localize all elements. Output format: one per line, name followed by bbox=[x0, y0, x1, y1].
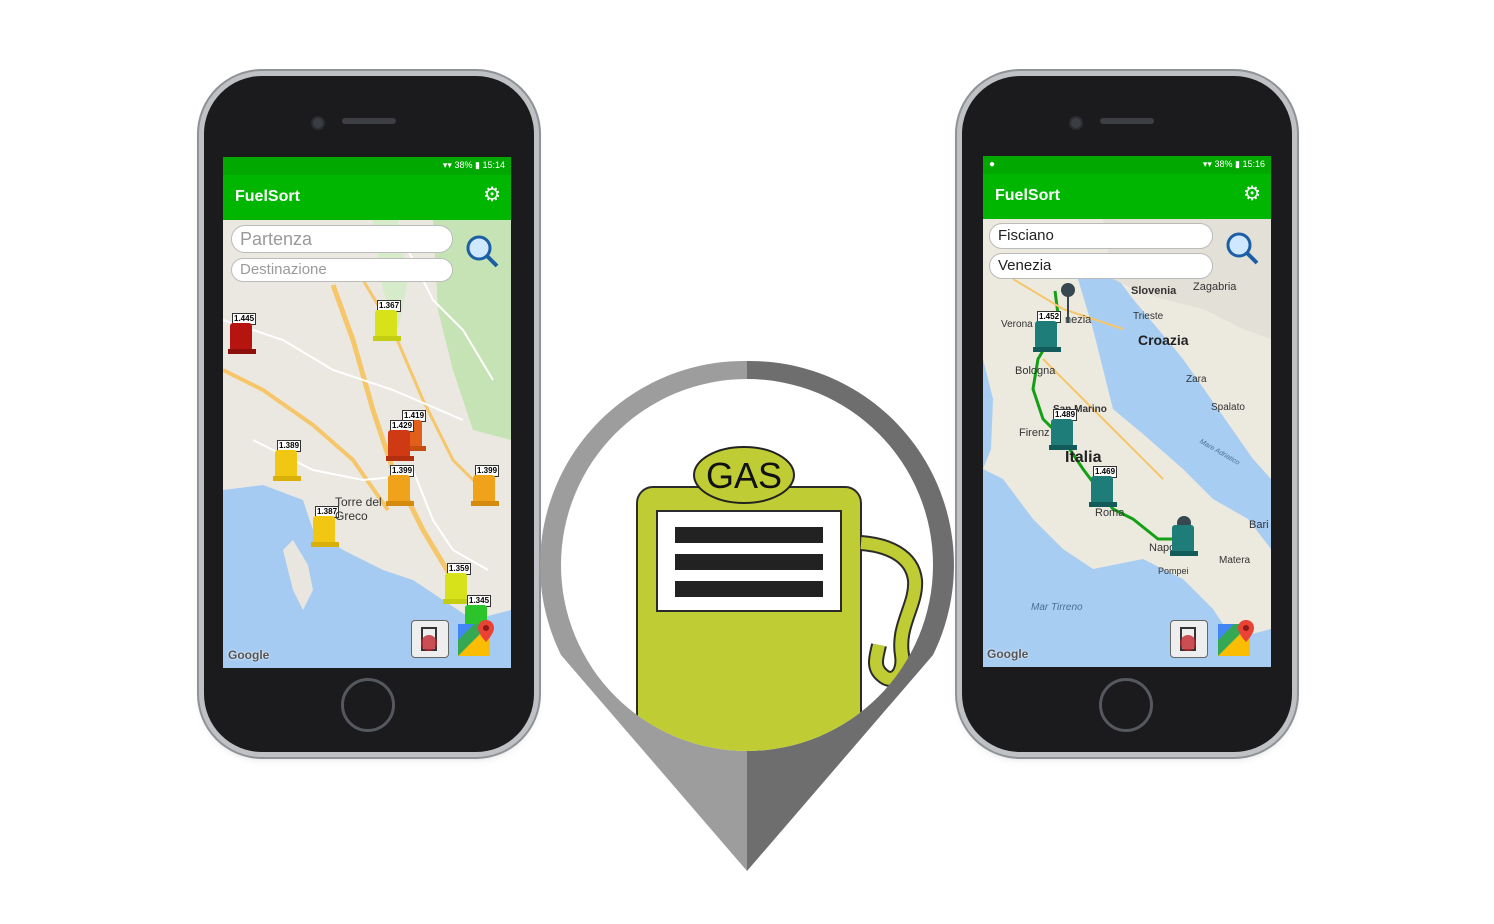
fuel-station-pin[interactable]: 1.367 bbox=[373, 300, 403, 344]
start-input[interactable]: Fisciano bbox=[989, 223, 1213, 249]
right-screen: ● ▾▾ 38% ▮ 15:16 FuelSort ⚙ Fisciano Ven bbox=[983, 156, 1271, 667]
fuelsort-logo: GAS bbox=[540, 360, 954, 871]
map-label-pompei: Pompei bbox=[1158, 566, 1189, 576]
fuel-station-pin[interactable]: 1.429 bbox=[386, 420, 416, 464]
left-phone: ▾▾ 38% ▮ 15:14 FuelSort ⚙ Partenza Desti… bbox=[204, 76, 534, 752]
google-logo: Google bbox=[228, 648, 270, 662]
home-button bbox=[341, 678, 395, 732]
android-icon: ● bbox=[989, 159, 996, 170]
map-label-slovenia: Slovenia bbox=[1131, 285, 1177, 297]
google-maps-icon bbox=[1218, 620, 1254, 656]
search-icon[interactable] bbox=[465, 234, 499, 268]
wifi-icon: ▾▾ bbox=[1202, 159, 1212, 169]
app-title: FuelSort bbox=[235, 188, 300, 205]
fuel-filter-button[interactable] bbox=[1170, 620, 1208, 658]
place-label: Torre del Greco bbox=[335, 495, 382, 523]
settings-gear-icon[interactable]: ⚙ bbox=[1243, 184, 1261, 204]
status-bar: ● ▾▾ 38% ▮ 15:16 bbox=[983, 156, 1271, 174]
fuel-pump-icon bbox=[1180, 627, 1196, 651]
route-start-marker[interactable] bbox=[1061, 283, 1075, 323]
battery-icon: ▮ bbox=[1235, 159, 1240, 169]
battery-level: 38% bbox=[454, 160, 473, 170]
map-label-trieste: Trieste bbox=[1133, 311, 1164, 322]
google-maps-icon bbox=[458, 620, 494, 656]
map-view[interactable]: Fisciano Venezia Slovenia Zagabria Veron… bbox=[983, 219, 1271, 667]
fuel-station-pin[interactable] bbox=[1170, 515, 1200, 559]
right-phone: ● ▾▾ 38% ▮ 15:16 FuelSort ⚙ Fisciano Ven bbox=[962, 76, 1292, 752]
fuel-station-pin[interactable]: 1.489 bbox=[1049, 409, 1079, 453]
map-label-zagabria: Zagabria bbox=[1193, 281, 1237, 293]
battery-level: 38% bbox=[1214, 159, 1233, 169]
map-label-tirreno: Mar Tirreno bbox=[1031, 602, 1083, 613]
fuel-station-pin[interactable]: 1.399 bbox=[471, 465, 501, 509]
home-button bbox=[1099, 678, 1153, 732]
map-label-matera: Matera bbox=[1219, 555, 1251, 566]
map-label-verona: Verona bbox=[1001, 319, 1033, 330]
left-screen: ▾▾ 38% ▮ 15:14 FuelSort ⚙ Partenza Desti… bbox=[223, 157, 511, 668]
map-label-bari: Bari bbox=[1249, 519, 1269, 531]
destination-input[interactable]: Venezia bbox=[989, 253, 1213, 279]
google-maps-button[interactable] bbox=[1218, 620, 1254, 656]
settings-gear-icon[interactable]: ⚙ bbox=[483, 185, 501, 205]
battery-icon: ▮ bbox=[475, 160, 480, 170]
fuel-station-pin[interactable]: 1.469 bbox=[1089, 466, 1119, 510]
fuel-station-pin[interactable]: 1.452 bbox=[1033, 311, 1063, 355]
app-bar: FuelSort ⚙ bbox=[223, 175, 511, 220]
google-maps-button[interactable] bbox=[458, 620, 494, 656]
destination-input[interactable]: Destinazione bbox=[231, 258, 453, 282]
clock: 15:14 bbox=[482, 160, 505, 170]
search-icon[interactable] bbox=[1225, 231, 1259, 265]
app-bar: FuelSort ⚙ bbox=[983, 174, 1271, 219]
app-title: FuelSort bbox=[995, 187, 1060, 204]
wifi-icon: ▾▾ bbox=[442, 160, 452, 170]
speaker bbox=[1100, 118, 1154, 124]
map-label-spalato: Spalato bbox=[1211, 402, 1245, 413]
map-label-firenze: Firenz bbox=[1019, 427, 1050, 439]
clock: 15:16 bbox=[1242, 159, 1265, 169]
start-input[interactable]: Partenza bbox=[231, 225, 453, 253]
map-label-bologna: Bologna bbox=[1015, 365, 1056, 377]
map-label-croazia: Croazia bbox=[1138, 332, 1189, 348]
status-bar: ▾▾ 38% ▮ 15:14 bbox=[223, 157, 511, 175]
fuel-pump-icon bbox=[421, 627, 437, 651]
camera bbox=[311, 116, 325, 130]
speaker bbox=[342, 118, 396, 124]
fuel-station-pin[interactable]: 1.445 bbox=[228, 313, 258, 357]
map-view[interactable]: Partenza Destinazione 1.445 1.367 1.419 … bbox=[223, 220, 511, 668]
camera bbox=[1069, 116, 1083, 130]
gas-badge-text: GAS bbox=[706, 455, 782, 496]
fuel-filter-button[interactable] bbox=[411, 620, 449, 658]
map-label-zara: Zara bbox=[1186, 374, 1207, 385]
google-logo: Google bbox=[987, 647, 1029, 661]
fuel-station-pin[interactable]: 1.389 bbox=[273, 440, 303, 484]
